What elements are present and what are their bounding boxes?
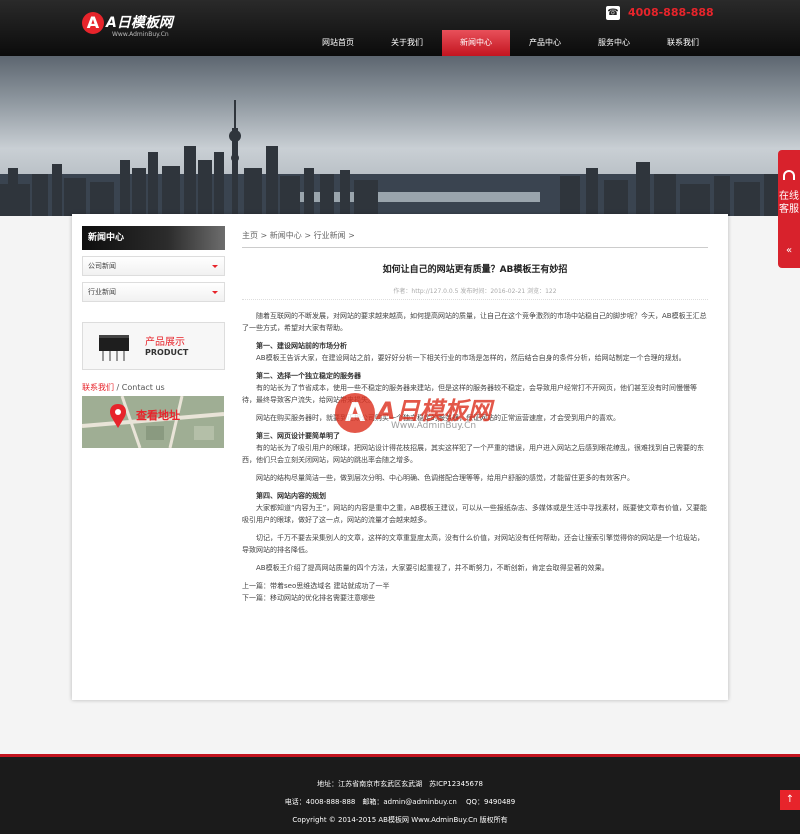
phone-number: 4008-888-888 (628, 6, 714, 19)
watermark-mark: A (335, 393, 375, 433)
nav-item-news[interactable]: 新闻中心 (442, 30, 510, 56)
nav-item-services[interactable]: 服务中心 (580, 30, 648, 56)
skyline-image (0, 100, 800, 216)
chevron-down-icon (212, 265, 218, 268)
chip-icon (99, 335, 129, 361)
article-subheading: 第二、选择一个独立稳定的服务器 (256, 372, 361, 380)
product-label-cn: 产品展示 (145, 337, 185, 348)
nav-item-contact[interactable]: 联系我们 (649, 30, 717, 56)
article-meta: 作者：http://127.0.0.5 发布时间：2016-02-21 浏览：1… (242, 286, 708, 300)
site-header: A A日模板网 Www.AdminBuy.Cn ☎ 4008-888-888 网… (0, 0, 800, 56)
nav-item-products[interactable]: 产品中心 (511, 30, 579, 56)
prev-article-link[interactable]: 上一篇：带着seo思维选域名 建站就成功了一半 (242, 580, 708, 592)
article-subheading: 第一、建设网站前的市场分析 (256, 342, 347, 350)
watermark-url: Www.AdminBuy.Cn (391, 421, 477, 431)
logo-name: A日模板网 (106, 15, 173, 31)
next-article-link[interactable]: 下一篇：移动网站的优化排名需要注意哪些 (242, 592, 708, 604)
online-service-label: 在线客服 (779, 191, 799, 215)
article-paragraph: 网站的结构尽量简洁一些，做到层次分明、中心明确、色调搭配合理等等，给用户舒服的感… (256, 474, 634, 482)
watermark: A A日模板网 Www.AdminBuy.Cn (335, 385, 505, 445)
contact-heading-en: / Contact us (114, 383, 165, 392)
city-banner (0, 56, 800, 216)
map-label: 查看地址 (136, 409, 180, 422)
footer-copyright: Copyright © 2014-2015 AB模板网 Www.AdminBuy… (292, 816, 508, 824)
map-link[interactable]: 查看地址 (82, 396, 224, 448)
sidebar-item-label: 公司新闻 (88, 262, 116, 270)
article-subheading: 第四、网站内容的规划 (256, 492, 326, 500)
article-paragraph: AB模板王介绍了提高网站质量的四个方法，大家要引起重视了，并不断努力，不断创新，… (256, 564, 609, 572)
article-paragraph: 大家都知道“内容为王”，网站的内容是重中之重，AB模板王建议，可以从一些报纸杂志… (242, 504, 707, 524)
sidebar-item-label: 行业新闻 (88, 288, 116, 296)
footer-contact: 电话：4008-888-888 邮箱：admin@adminbuy.cn QQ：… (284, 798, 516, 806)
product-label-en: PRODUCT (145, 348, 189, 357)
breadcrumb-divider (242, 247, 708, 248)
phone-icon: ☎ (606, 6, 620, 20)
contact-heading: 联系我们 / Contact us (82, 382, 165, 393)
sidebar-item-company-news[interactable]: 公司新闻 (82, 256, 225, 276)
main-panel: 新闻中心 公司新闻 行业新闻 产品展示 PRODUCT 联系我们 / Conta… (72, 214, 728, 700)
footer-address: 地址：江苏省南京市玄武区玄武湖 苏ICP12345678 (317, 780, 483, 788)
chevron-down-icon (212, 291, 218, 294)
nav-item-about[interactable]: 关于我们 (373, 30, 441, 56)
logo-mark: A (82, 12, 104, 34)
nav-item-home[interactable]: 网站首页 (304, 30, 372, 56)
article-paragraph: 随着互联网的不断发展，对网站的要求越来越高，如何提高网站的质量，让自己在这个竞争… (242, 312, 707, 332)
sidebar-title: 新闻中心 (82, 226, 225, 250)
back-to-top-button[interactable]: ↑ (780, 790, 800, 810)
online-service-button[interactable]: 在线客服 « (778, 150, 800, 268)
article-paragraph: AB模板王告诉大家，在建设网站之前，要好好分析一下相关行业的市场是怎样的，然后结… (256, 354, 686, 362)
contact-heading-cn[interactable]: 联系我们 (82, 383, 114, 392)
logo-url: Www.AdminBuy.Cn (112, 31, 169, 38)
chevron-left-icon: « (785, 245, 793, 256)
article-paragraph: 切记，千万不要去采集别人的文章，这样的文章重复度太高，没有什么价值，对网站没有任… (242, 534, 704, 554)
headset-icon (783, 170, 795, 180)
product-showcase-link[interactable]: 产品展示 PRODUCT (82, 322, 225, 370)
site-footer: 地址：江苏省南京市玄武区玄武湖 苏ICP12345678 电话：4008-888… (0, 754, 800, 834)
article-title: 如何让自己的网站更有质量？AB模板王有妙招 (382, 265, 568, 275)
breadcrumb[interactable]: 主页 > 新闻中心 > 行业新闻 > (242, 230, 355, 241)
article-body: 随着互联网的不断发展，对网站的要求越来越高，如何提高网站的质量，让自己在这个竞争… (242, 310, 708, 604)
article-paragraph: 有的站长为了吸引用户的眼球，把网站设计得花枝招展，其实这样犯了一个严重的错误，用… (242, 444, 704, 464)
sidebar-item-industry-news[interactable]: 行业新闻 (82, 282, 225, 302)
